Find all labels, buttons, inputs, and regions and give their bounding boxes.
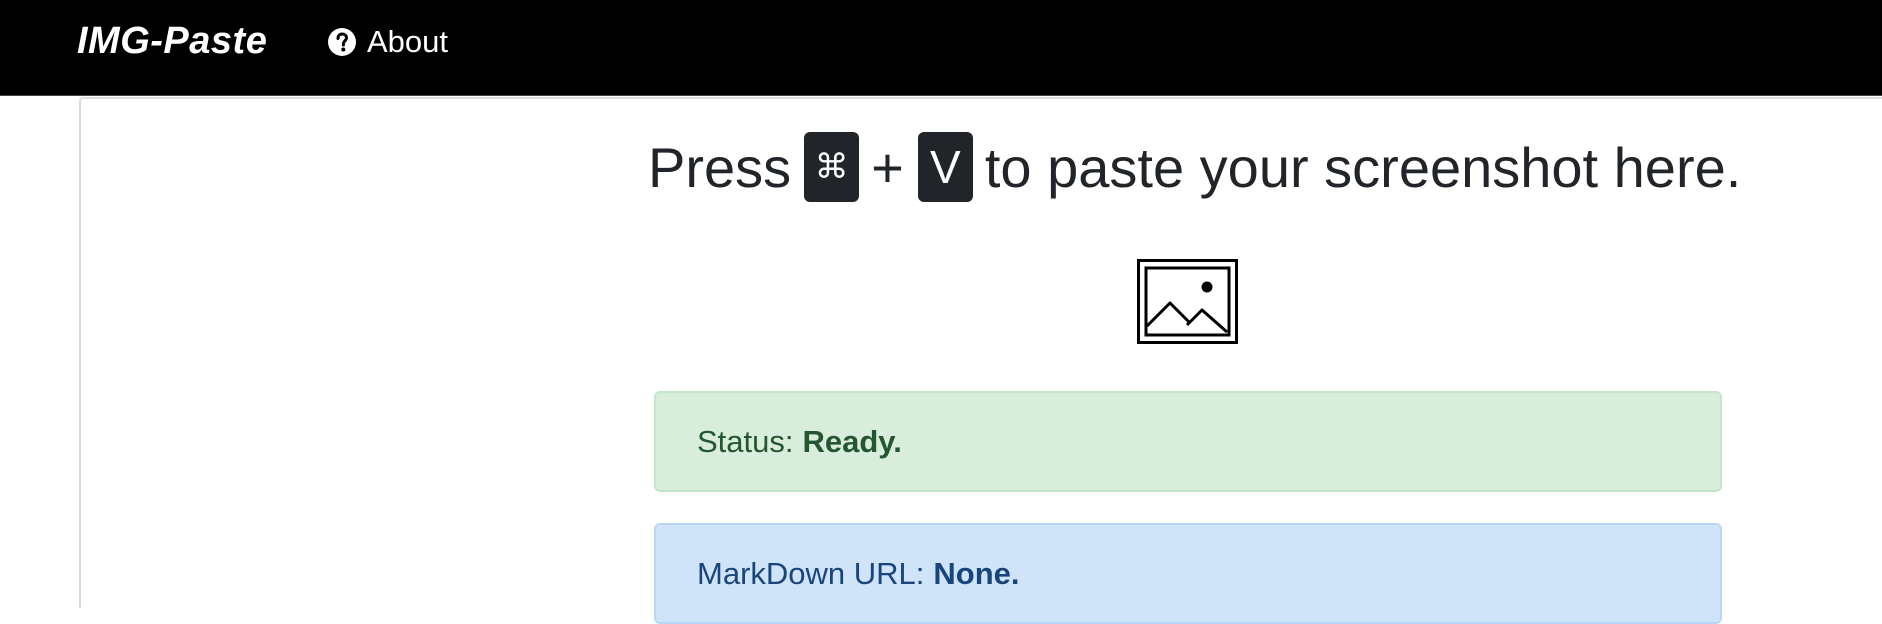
- status-value: Ready.: [802, 423, 902, 459]
- brand-logo[interactable]: IMG-Paste: [77, 20, 267, 63]
- command-key: ⌘: [804, 132, 860, 202]
- v-key: V: [917, 132, 973, 202]
- markdown-url-alert: MarkDown URL: None.: [654, 523, 1722, 624]
- nav-about-link[interactable]: About: [327, 24, 448, 60]
- top-navbar: IMG-Paste About: [0, 0, 1882, 96]
- headline-prefix: Press: [648, 135, 792, 199]
- headline-suffix: to paste your screenshot here.: [984, 135, 1742, 199]
- question-circle-icon: [328, 28, 356, 56]
- image-placeholder-icon: [1137, 259, 1238, 344]
- paste-instructions-heading: Press ⌘ + V to paste your screenshot her…: [648, 130, 1741, 204]
- nav-about-label: About: [367, 24, 449, 59]
- status-alert: Status: Ready.: [654, 391, 1722, 492]
- status-label: Status:: [697, 423, 794, 459]
- markdown-url-value[interactable]: None.: [933, 556, 1019, 592]
- plus-sign: +: [871, 135, 904, 199]
- markdown-url-label: MarkDown URL:: [697, 555, 925, 591]
